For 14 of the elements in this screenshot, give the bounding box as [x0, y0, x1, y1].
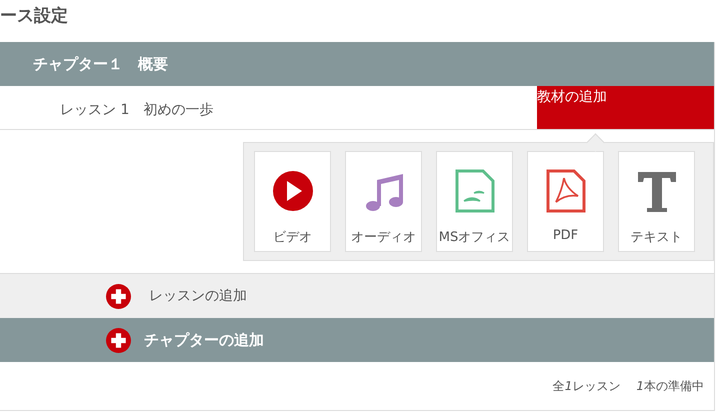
- material-type-button[interactable]: テキスト: [618, 151, 695, 252]
- page-title: ース設定: [0, 5, 69, 28]
- material-type-button[interactable]: PDF: [527, 151, 604, 252]
- material-type-button[interactable]: MSオフィス: [436, 151, 513, 252]
- add-lesson-link[interactable]: レッスンの追加: [149, 287, 247, 305]
- summary-text: 全1 レッスン: [552, 378, 620, 394]
- plus-icon[interactable]: [106, 328, 131, 352]
- material-type-button[interactable]: ビデオ: [254, 151, 331, 252]
- lesson-title: レッスン 1 初めの一歩: [60, 100, 214, 118]
- plus-icon[interactable]: [106, 284, 131, 308]
- material-type-button[interactable]: オーディオ: [345, 151, 422, 252]
- chapter-title: チャプター１ 概要: [33, 54, 168, 74]
- summary-text: 1本の準備中: [636, 378, 704, 394]
- add-material-button[interactable]: 教材の追加: [537, 86, 714, 129]
